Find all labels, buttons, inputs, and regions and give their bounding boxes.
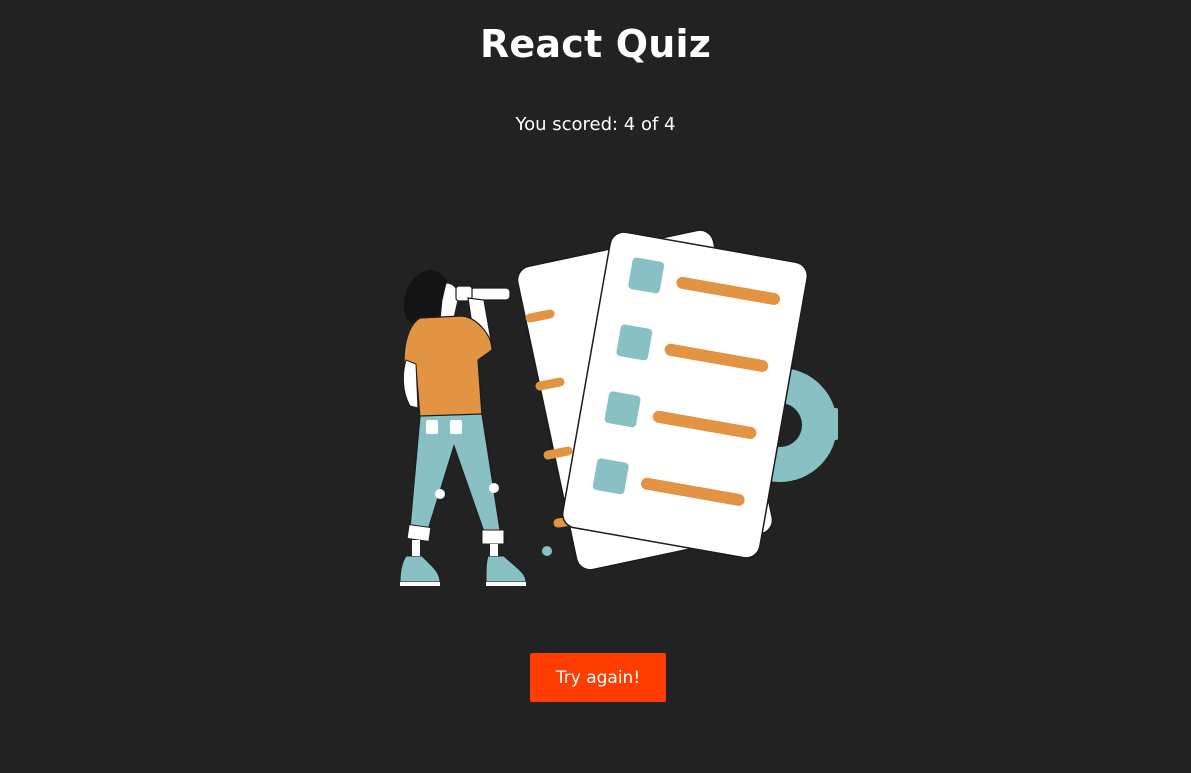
page-title: React Quiz bbox=[479, 22, 712, 66]
binoculars-icon bbox=[455, 285, 511, 302]
quiz-checklist-illustration bbox=[399, 229, 838, 586]
try-again-button[interactable]: Try again! bbox=[530, 653, 666, 702]
quiz-result-screen: React Quiz You scored: 4 of 4 Try again! bbox=[0, 0, 1191, 773]
score-text: You scored: 4 of 4 bbox=[515, 114, 676, 135]
person-with-binoculars bbox=[399, 270, 527, 586]
